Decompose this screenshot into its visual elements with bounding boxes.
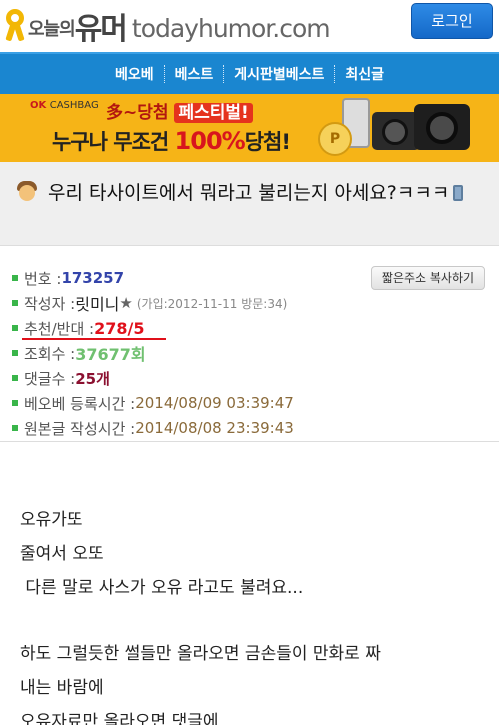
info-number: 번호 : 173257 [12,267,124,289]
yellow-ribbon-icon [4,9,26,43]
info-recommend: 추천/반대 : 278/5 [12,317,144,339]
bullet-icon [12,325,18,331]
site-logo[interactable]: 오늘의 유머 todayhumor.com [4,6,331,47]
body-line: 하도 그럴듯한 썰들만 올라오면 금손들이 만화로 짜 [20,644,381,664]
red-underline-annotation [22,338,166,340]
bullet-icon [12,350,18,356]
ad-subline: 누구나 무조건 100%당첨! [52,127,291,155]
info-orig-time: 원본글 작성시간 : 2014/08/08 23:39:43 [12,417,294,439]
info-author: 작성자 : 릿미니 ★ (가입:2012-11-11 방문:34) [12,292,287,314]
post-title-area: 우리 타사이트에서 뭐라고 불리는지 아세요?ㅋㅋㅋ [0,162,499,246]
post-info: 짧은주소 복사하기 번호 : 173257 작성자 : 릿미니 ★ (가입:20… [0,246,499,442]
author-meta: (가입:2012-11-11 방문:34) [136,296,288,311]
body-line: 오유가또 [20,510,83,530]
bullet-icon [12,425,18,431]
point-coin-icon: P [318,122,352,156]
info-comments: 댓글수 : 25개 [12,367,110,389]
nav-item-bob[interactable]: 베오베 [105,64,164,84]
ad-brand: OK CASHBAG [30,100,99,111]
main-nav: 베오베 베스트 게시판별베스트 최신글 [0,52,499,94]
body-line: 내는 바람에 [20,678,104,698]
views-count: 37677회 [75,345,146,364]
nav-item-best[interactable]: 베스트 [165,64,224,84]
bullet-icon [12,300,18,306]
nav-item-latest[interactable]: 최신글 [335,64,394,84]
post-title: 우리 타사이트에서 뭐라고 불리는지 아세요?ㅋㅋㅋ [18,178,488,208]
camera-image [414,104,470,150]
body-line: 다른 말로 사스가 오유 라고도 불려요... [20,578,304,598]
post-title-text: 우리 타사이트에서 뭐라고 불리는지 아세요?ㅋㅋㅋ [48,182,450,204]
bullet-icon [12,275,18,281]
original-written-time: 2014/08/08 23:39:43 [135,419,294,437]
post-number: 173257 [61,269,125,287]
logo-domain: todayhumor.com [131,13,331,43]
post-body: 오유가또 줄여서 오또 다른 말로 사스가 오유 라고도 불려요... 하도 그… [0,443,499,725]
body-line: 줄여서 오또 [20,544,104,564]
author-name[interactable]: 릿미니 [75,291,119,315]
bullet-icon [12,400,18,406]
bob-registered-time: 2014/08/09 03:39:47 [135,394,294,412]
copy-short-url-button[interactable]: 짧은주소 복사하기 [371,266,485,290]
nav-item-board-best[interactable]: 게시판별베스트 [224,64,334,84]
star-icon: ★ [119,294,133,312]
ad-headline: 多~당첨 페스티벌! [106,98,253,123]
body-line: 오유자료만 올라오면 댓글에 [20,712,219,725]
info-bob-time: 베오베 등록시간 : 2014/08/09 03:39:47 [12,392,294,414]
login-button[interactable]: 로그인 [411,3,493,39]
info-views: 조회수 : 37677회 [12,342,146,364]
logo-text-big: 유머 [74,12,128,47]
camera-image [372,112,420,150]
recommend-count: 278/5 [94,318,145,338]
comments-count: 25개 [75,369,110,388]
logo-text-small: 오늘의 [28,19,76,40]
site-header: 오늘의 유머 todayhumor.com 로그인 [0,0,499,52]
ad-banner[interactable]: OK CASHBAG 多~당첨 페스티벌! 누구나 무조건 100%당첨! P [0,94,499,162]
bullet-icon [12,375,18,381]
mobile-phone-icon [453,185,464,201]
